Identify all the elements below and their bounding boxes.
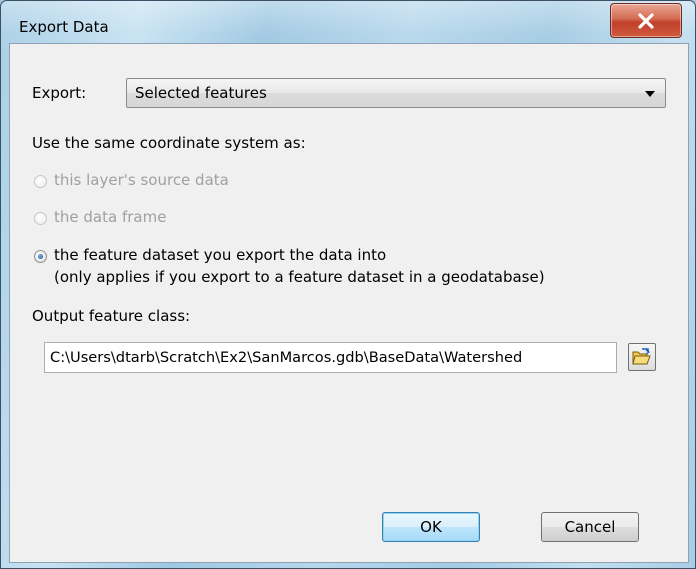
cancel-button[interactable]: Cancel — [541, 512, 639, 542]
coordinate-system-heading: Use the same coordinate system as: — [32, 134, 306, 152]
radio-label-layer-source-data: this layer's source data — [54, 171, 229, 189]
radio-label-data-frame: the data frame — [54, 208, 167, 226]
output-feature-class-label: Output feature class: — [32, 307, 191, 325]
radio-sublabel-feature-dataset: (only applies if you export to a feature… — [54, 268, 545, 286]
close-icon — [638, 12, 654, 29]
ok-button[interactable]: OK — [382, 512, 480, 542]
radio-label-feature-dataset: the feature dataset you export the data … — [54, 246, 387, 264]
export-dropdown-value: Selected features — [135, 84, 267, 102]
chevron-down-icon — [645, 91, 655, 97]
radio-layer-source-data[interactable] — [34, 175, 47, 188]
export-data-dialog: Export Data Export: Selected features Us… — [0, 0, 696, 569]
window-title: Export Data — [19, 18, 109, 36]
export-dropdown[interactable]: Selected features — [126, 78, 666, 108]
output-path-input[interactable] — [45, 343, 616, 372]
export-label: Export: — [32, 84, 87, 102]
browse-button[interactable] — [628, 343, 656, 371]
dialog-client-area: Export: Selected features Use the same c… — [9, 43, 689, 563]
output-path-field[interactable] — [44, 342, 617, 373]
folder-open-icon — [632, 348, 651, 365]
radio-feature-dataset[interactable] — [34, 250, 47, 263]
radio-data-frame[interactable] — [34, 212, 47, 225]
close-button[interactable] — [610, 3, 682, 38]
